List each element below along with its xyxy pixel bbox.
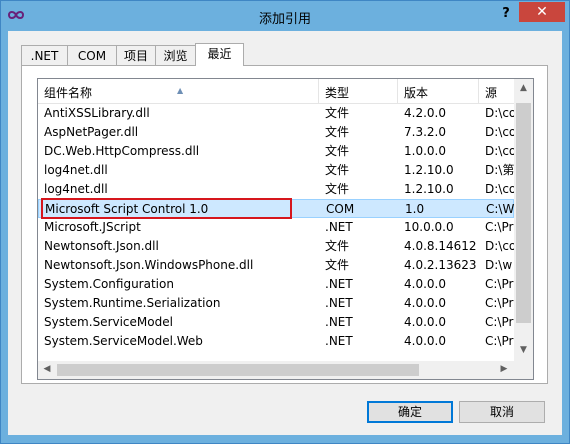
scroll-up-icon[interactable]: ▲ bbox=[514, 83, 533, 93]
cell-source: D:\co bbox=[485, 106, 514, 120]
annotation-highlight-box bbox=[41, 198, 292, 219]
cell-type: 文件 bbox=[325, 258, 350, 272]
column-header-source[interactable]: 源 bbox=[479, 79, 519, 103]
cell-version: 4.0.2.13623 bbox=[404, 258, 477, 272]
cell-source: C:\Pr bbox=[485, 277, 514, 291]
cell-name: AspNetPager.dll bbox=[44, 125, 139, 139]
cell-type: .NET bbox=[325, 334, 353, 348]
cell-type: .NET bbox=[325, 277, 353, 291]
cell-type: .NET bbox=[325, 315, 353, 329]
scrollbar-corner bbox=[514, 361, 533, 379]
cell-name: System.ServiceModel bbox=[44, 315, 173, 329]
cell-source: D:\第 bbox=[485, 163, 514, 177]
list-item[interactable]: log4net.dll 文件 1.2.10.0 D:\co bbox=[38, 180, 514, 199]
list-item[interactable]: System.ServiceModel .NET 4.0.0.0 C:\Pr bbox=[38, 313, 514, 332]
cell-source: C:\W bbox=[486, 202, 515, 216]
cell-type: 文件 bbox=[325, 125, 350, 139]
tab-recent[interactable]: 最近 bbox=[195, 43, 244, 66]
cell-version: 1.0 bbox=[405, 202, 425, 216]
cell-version: 1.2.10.0 bbox=[404, 163, 454, 177]
tab-com[interactable]: COM bbox=[67, 45, 117, 65]
cell-version: 4.0.0.0 bbox=[404, 296, 446, 310]
cell-version: 4.2.0.0 bbox=[404, 106, 446, 120]
cell-name: System.Configuration bbox=[44, 277, 174, 291]
column-header-version[interactable]: 版本 bbox=[398, 79, 479, 103]
list-item[interactable]: AspNetPager.dll 文件 7.3.2.0 D:\co bbox=[38, 123, 514, 142]
close-button[interactable]: ✕ bbox=[519, 2, 565, 22]
cell-version: 4.0.8.14612 bbox=[404, 239, 477, 253]
sort-ascending-icon: ▲ bbox=[177, 86, 184, 95]
cell-name: log4net.dll bbox=[44, 182, 108, 196]
cell-type: 文件 bbox=[325, 239, 350, 253]
cell-name: log4net.dll bbox=[44, 163, 108, 177]
cell-name: System.ServiceModel.Web bbox=[44, 334, 203, 348]
scroll-down-icon[interactable]: ▼ bbox=[514, 345, 533, 355]
column-header-name[interactable]: ▲ 组件名称 bbox=[38, 79, 319, 103]
cell-type: .NET bbox=[325, 296, 353, 310]
list-item[interactable]: System.Configuration .NET 4.0.0.0 C:\Pr bbox=[38, 275, 514, 294]
list-item[interactable]: Newtonsoft.Json.WindowsPhone.dll 文件 4.0.2.… bbox=[38, 256, 514, 275]
cell-type: 文件 bbox=[325, 106, 350, 120]
cell-source: D:\w bbox=[485, 258, 513, 272]
cell-source: D:\co bbox=[485, 239, 514, 253]
list-item[interactable]: Newtonsoft.Json.dll 文件 4.0.8.14612 D:\co bbox=[38, 237, 514, 256]
vertical-scrollbar[interactable]: ▲ ▼ bbox=[514, 79, 533, 361]
ok-button[interactable]: 确定 bbox=[367, 401, 453, 423]
list-item[interactable]: AntiXSSLibrary.dll 文件 4.2.0.0 D:\co bbox=[38, 104, 514, 123]
title-bar[interactable]: 添加引用 ? ✕ bbox=[1, 1, 569, 31]
cell-version: 7.3.2.0 bbox=[404, 125, 446, 139]
list-item[interactable]: System.Runtime.Serialization .NET 4.0.0.0 C… bbox=[38, 294, 514, 313]
cell-type: COM bbox=[326, 202, 355, 216]
cell-source: C:\Pr bbox=[485, 296, 514, 310]
cell-type: 文件 bbox=[325, 163, 350, 177]
cancel-button[interactable]: 取消 bbox=[459, 401, 545, 423]
vertical-scroll-thumb[interactable] bbox=[516, 103, 531, 323]
cell-name: AntiXSSLibrary.dll bbox=[44, 106, 150, 120]
cell-version: 4.0.0.0 bbox=[404, 277, 446, 291]
cell-type: .NET bbox=[325, 220, 353, 234]
cell-source: D:\co bbox=[485, 182, 514, 196]
tab-panel-recent: ▲ 组件名称 类型 版本 源 AntiXSSLibrary.dll 文件 4.2.0… bbox=[21, 65, 548, 384]
horizontal-scrollbar[interactable]: ◀ ▶ bbox=[38, 361, 514, 379]
cell-source: D:\co bbox=[485, 125, 514, 139]
help-button[interactable]: ? bbox=[495, 5, 517, 23]
cell-version: 10.0.0.0 bbox=[404, 220, 454, 234]
dialog-body: .NET COM 项目 浏览 最近 ▲ 组件名称 类型 版本 源 AntiXSS… bbox=[8, 31, 562, 435]
cell-version: 1.2.10.0 bbox=[404, 182, 454, 196]
tab-dotnet[interactable]: .NET bbox=[21, 45, 68, 65]
cell-name: Microsoft.JScript bbox=[44, 220, 141, 234]
cell-version: 4.0.0.0 bbox=[404, 334, 446, 348]
cell-name: Newtonsoft.Json.dll bbox=[44, 239, 159, 253]
list-item-selected[interactable]: Microsoft Script Control 1.0 COM 1.0 C:\W bbox=[38, 198, 515, 219]
column-header-name-label: 组件名称 bbox=[44, 86, 93, 100]
list-item[interactable]: Microsoft.JScript .NET 10.0.0.0 C:\Pr bbox=[38, 218, 514, 237]
cell-version: 4.0.0.0 bbox=[404, 315, 446, 329]
cell-name: DC.Web.HttpCompress.dll bbox=[44, 144, 200, 158]
cell-version: 1.0.0.0 bbox=[404, 144, 446, 158]
scroll-left-icon[interactable]: ◀ bbox=[42, 364, 52, 374]
column-header-type[interactable]: 类型 bbox=[319, 79, 398, 103]
cell-source: C:\Pr bbox=[485, 334, 514, 348]
cell-source: C:\Pr bbox=[485, 315, 514, 329]
reference-list[interactable]: ▲ 组件名称 类型 版本 源 AntiXSSLibrary.dll 文件 4.2.0… bbox=[37, 78, 534, 380]
scroll-right-icon[interactable]: ▶ bbox=[499, 364, 509, 374]
list-header: ▲ 组件名称 类型 版本 源 bbox=[38, 79, 533, 104]
dialog-title: 添加引用 bbox=[258, 12, 311, 27]
cell-name: Newtonsoft.Json.WindowsPhone.dll bbox=[44, 258, 254, 272]
cell-type: 文件 bbox=[325, 182, 350, 196]
tab-browse[interactable]: 浏览 bbox=[155, 45, 196, 65]
cell-source: D:\co bbox=[485, 144, 514, 158]
cell-source: C:\Pr bbox=[485, 220, 514, 234]
cell-name: System.Runtime.Serialization bbox=[44, 296, 221, 310]
list-item[interactable]: DC.Web.HttpCompress.dll 文件 1.0.0.0 D:\co bbox=[38, 142, 514, 161]
tab-projects[interactable]: 项目 bbox=[116, 45, 156, 65]
list-item[interactable]: System.ServiceModel.Web .NET 4.0.0.0 C:\Pr bbox=[38, 332, 514, 351]
list-item[interactable]: log4net.dll 文件 1.2.10.0 D:\第 bbox=[38, 161, 514, 180]
horizontal-scroll-thumb[interactable] bbox=[57, 364, 419, 376]
cell-type: 文件 bbox=[325, 144, 350, 158]
add-reference-dialog: 添加引用 ? ✕ .NET COM 项目 浏览 最近 ▲ 组件名称 类型 版本 … bbox=[0, 0, 570, 444]
